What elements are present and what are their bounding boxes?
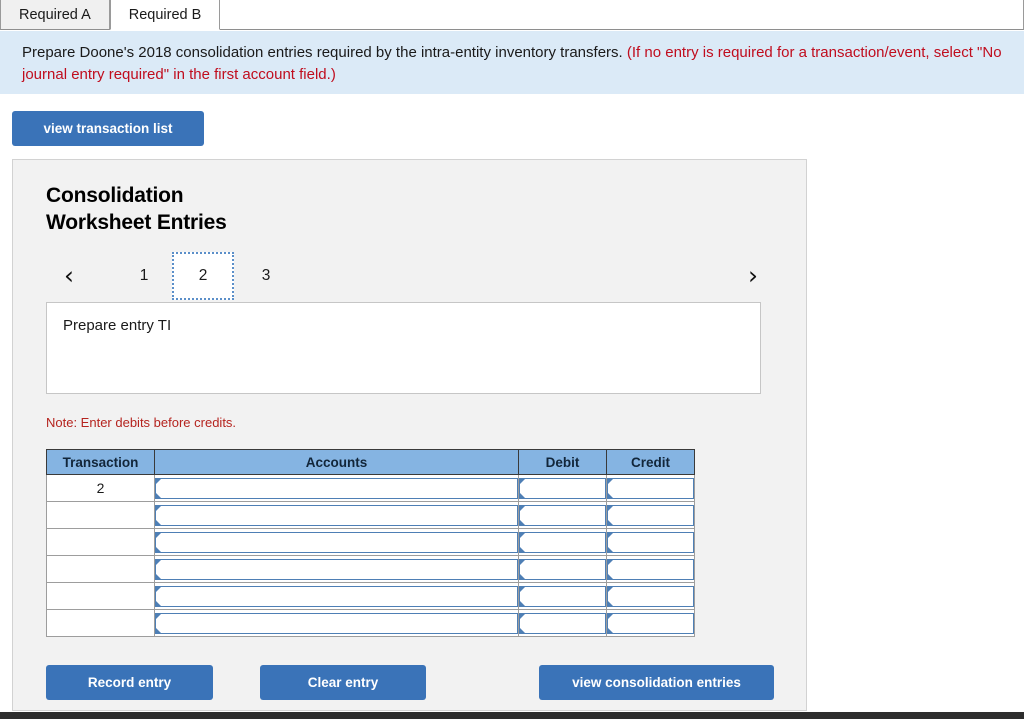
consolidation-worksheet-panel: Consolidation Worksheet Entries ‹ 1 2 3 … bbox=[12, 159, 807, 711]
table-row bbox=[46, 582, 695, 610]
debit-select-row-3[interactable] bbox=[519, 531, 606, 553]
debit-select-row-5[interactable] bbox=[519, 585, 606, 607]
cell-debit bbox=[518, 501, 607, 529]
accounts-select-row-4[interactable] bbox=[155, 558, 518, 580]
cell-accounts bbox=[154, 555, 519, 583]
column-header-debit: Debit bbox=[518, 449, 607, 475]
debit-select-row-2[interactable] bbox=[519, 504, 606, 526]
cell-credit bbox=[606, 528, 695, 556]
cell-credit bbox=[606, 474, 695, 502]
column-header-transaction: Transaction bbox=[46, 449, 155, 475]
cell-accounts bbox=[154, 501, 519, 529]
cell-accounts bbox=[154, 582, 519, 610]
cell-debit bbox=[518, 474, 607, 502]
accounts-select-row-6[interactable] bbox=[155, 612, 518, 634]
accounts-select-row-5[interactable] bbox=[155, 585, 518, 607]
clear-entry-button[interactable]: Clear entry bbox=[260, 665, 426, 700]
table-row bbox=[46, 501, 695, 529]
panel-title: Consolidation Worksheet Entries bbox=[46, 183, 227, 237]
cell-transaction bbox=[46, 528, 155, 556]
journal-entry-table-head: Transaction Accounts Debit Credit bbox=[46, 449, 695, 475]
bottom-bar bbox=[0, 712, 1024, 719]
instruction-banner: Prepare Doone's 2018 consolidation entri… bbox=[0, 31, 1024, 94]
record-entry-button[interactable]: Record entry bbox=[46, 665, 213, 700]
cell-accounts bbox=[154, 474, 519, 502]
journal-entry-header-row: Transaction Accounts Debit Credit bbox=[46, 449, 695, 475]
accounts-select-row-3[interactable] bbox=[155, 531, 518, 553]
credit-select-row-2[interactable] bbox=[607, 504, 694, 526]
pager-page-1[interactable]: 1 bbox=[124, 256, 164, 296]
pager-page-3-label: 3 bbox=[261, 267, 271, 284]
cell-credit bbox=[606, 555, 695, 583]
chevron-right-icon[interactable]: › bbox=[738, 258, 768, 292]
accounts-select-row-1[interactable] bbox=[155, 477, 518, 499]
tab-strip: Required A Required B bbox=[0, 0, 1024, 30]
cell-transaction: 2 bbox=[46, 474, 155, 502]
journal-entry-table-body: 2 bbox=[46, 474, 695, 637]
cell-transaction bbox=[46, 582, 155, 610]
debit-select-row-6[interactable] bbox=[519, 612, 606, 634]
accounts-select-row-2[interactable] bbox=[155, 504, 518, 526]
tab-strip-filler bbox=[220, 0, 1024, 30]
pager-page-3[interactable]: 3 bbox=[246, 256, 286, 296]
page-root: Required A Required B Prepare Doone's 20… bbox=[0, 0, 1024, 719]
pager-page-2[interactable]: 2 bbox=[172, 252, 234, 300]
column-header-credit: Credit bbox=[606, 449, 695, 475]
tab-required-a-label: Required A bbox=[19, 6, 91, 23]
entry-instruction-text: Prepare entry TI bbox=[63, 317, 172, 334]
cell-credit bbox=[606, 582, 695, 610]
pager-page-2-label: 2 bbox=[198, 267, 208, 284]
credit-select-row-3[interactable] bbox=[607, 531, 694, 553]
clear-entry-label: Clear entry bbox=[307, 675, 379, 690]
pager-prev-glyph: ‹ bbox=[64, 260, 74, 290]
cell-credit bbox=[606, 501, 695, 529]
table-row: 2 bbox=[46, 474, 695, 502]
cell-credit bbox=[606, 609, 695, 637]
cell-transaction bbox=[46, 501, 155, 529]
debits-before-credits-note: Note: Enter debits before credits. bbox=[46, 415, 237, 430]
cell-transaction bbox=[46, 555, 155, 583]
table-row bbox=[46, 609, 695, 637]
pager-next-glyph: › bbox=[748, 260, 758, 290]
credit-select-row-1[interactable] bbox=[607, 477, 694, 499]
instruction-text-black: Prepare Doone's 2018 consolidation entri… bbox=[22, 44, 623, 61]
credit-select-row-6[interactable] bbox=[607, 612, 694, 634]
cell-debit bbox=[518, 555, 607, 583]
table-row bbox=[46, 528, 695, 556]
cell-debit bbox=[518, 609, 607, 637]
record-entry-label: Record entry bbox=[87, 675, 172, 690]
pager-page-1-label: 1 bbox=[139, 267, 149, 284]
view-consolidation-entries-label: view consolidation entries bbox=[572, 675, 741, 690]
credit-select-row-5[interactable] bbox=[607, 585, 694, 607]
cell-debit bbox=[518, 528, 607, 556]
view-consolidation-entries-button[interactable]: view consolidation entries bbox=[539, 665, 774, 700]
debit-select-row-1[interactable] bbox=[519, 477, 606, 499]
debit-select-row-4[interactable] bbox=[519, 558, 606, 580]
panel-title-line2: Worksheet Entries bbox=[46, 210, 227, 234]
table-row bbox=[46, 555, 695, 583]
view-transaction-list-label: view transaction list bbox=[43, 121, 173, 136]
entry-instruction-box: Prepare entry TI bbox=[46, 302, 761, 394]
tab-required-b[interactable]: Required B bbox=[109, 0, 221, 30]
cell-accounts bbox=[154, 528, 519, 556]
panel-title-line1: Consolidation bbox=[46, 184, 184, 207]
tab-required-a[interactable]: Required A bbox=[0, 0, 110, 30]
cell-transaction bbox=[46, 609, 155, 637]
chevron-left-icon[interactable]: ‹ bbox=[54, 258, 84, 292]
view-transaction-list-button[interactable]: view transaction list bbox=[12, 111, 204, 146]
credit-select-row-4[interactable] bbox=[607, 558, 694, 580]
cell-accounts bbox=[154, 609, 519, 637]
cell-debit bbox=[518, 582, 607, 610]
entry-pager: ‹ 1 2 3 › bbox=[46, 250, 774, 300]
journal-entry-table: Transaction Accounts Debit Credit 2 bbox=[46, 449, 695, 637]
tab-required-b-label: Required B bbox=[128, 6, 202, 23]
column-header-accounts: Accounts bbox=[154, 449, 519, 475]
